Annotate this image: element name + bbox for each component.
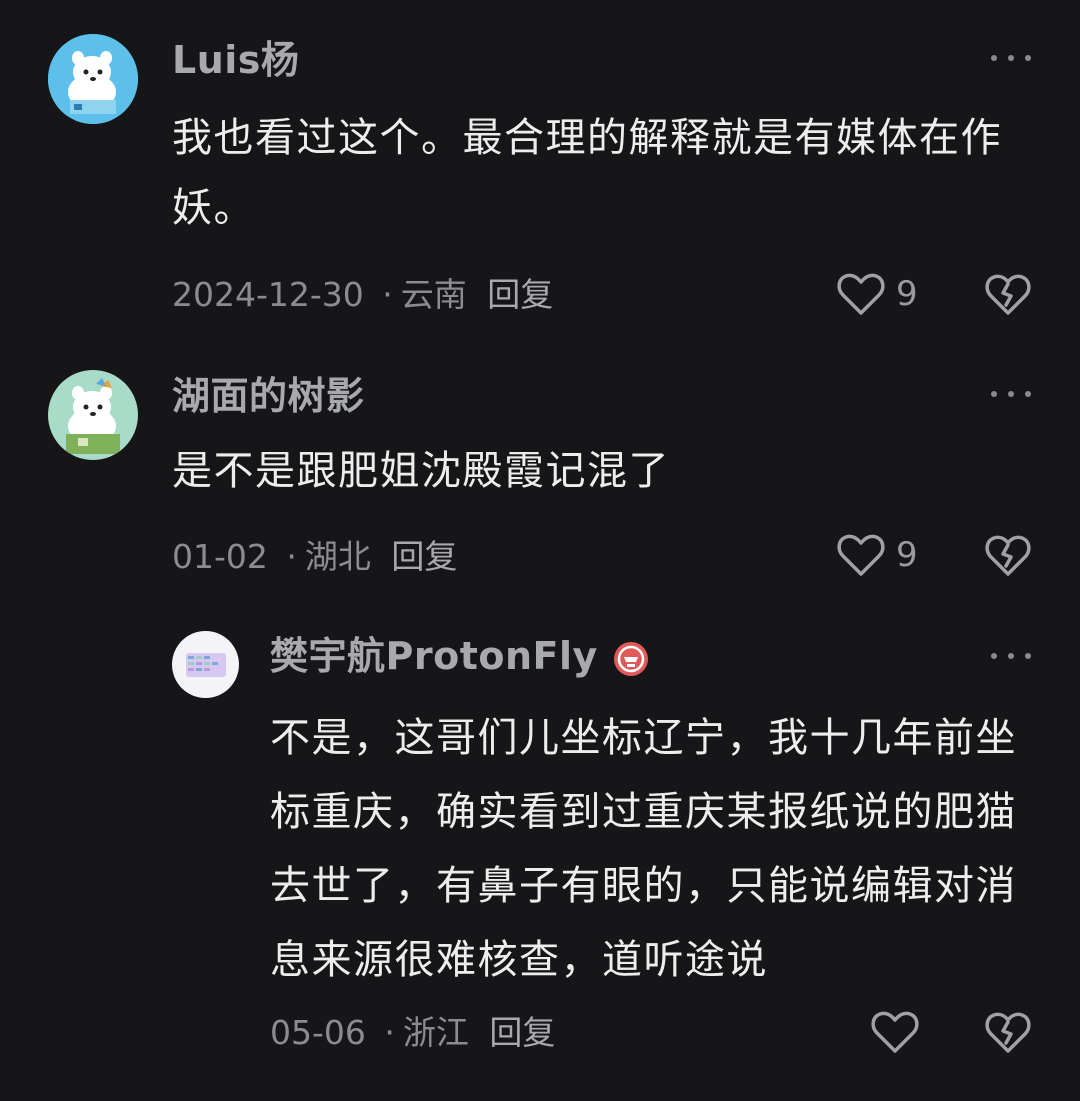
like-count: 9 (896, 274, 918, 314)
avatar[interactable] (48, 370, 138, 460)
like-button[interactable]: 9 (836, 271, 918, 317)
more-options-button[interactable] (991, 646, 1031, 666)
heart-outline-icon (837, 534, 885, 576)
avatar[interactable] (48, 34, 138, 124)
comment-date: 2024-12-30 (172, 275, 364, 314)
username[interactable]: Luis杨 (172, 38, 299, 82)
heart-outline-icon (837, 273, 885, 315)
broken-heart-icon (985, 1012, 1031, 1053)
more-options-button[interactable] (991, 384, 1031, 404)
dislike-button[interactable] (984, 1008, 1032, 1056)
comment-content: 是不是跟肥姐沈殿霞记混了 (172, 448, 670, 494)
more-dot (1008, 653, 1014, 659)
meta-separator: · (382, 275, 393, 314)
comment-content: 我也看过这个。最合理的解释就是有媒体在作妖。 (172, 115, 1002, 231)
dislike-button[interactable] (984, 270, 1032, 318)
comment-meta: 01-02 · 湖北 回复 (172, 537, 457, 577)
more-dot (1008, 55, 1014, 61)
comment-location: 湖北 (304, 537, 371, 576)
meta-separator: · (286, 537, 297, 576)
verified-badge-icon (612, 640, 650, 678)
avatar[interactable] (172, 631, 239, 698)
more-options-button[interactable] (991, 48, 1031, 68)
more-dot (1025, 391, 1031, 397)
comment-date: 01-02 (172, 537, 268, 576)
reply-button[interactable]: 回复 (391, 537, 457, 576)
more-dot (1025, 653, 1031, 659)
more-dots-icon (991, 653, 997, 659)
comment-meta: 2024-12-30 · 云南 回复 (172, 275, 553, 315)
like-count: 9 (896, 535, 918, 575)
more-dots-icon (991, 55, 997, 61)
more-dot (1025, 55, 1031, 61)
heart-outline-icon (871, 1011, 919, 1053)
dislike-button[interactable] (984, 531, 1032, 579)
reply-button[interactable]: 回复 (487, 275, 553, 314)
like-button[interactable] (870, 1009, 930, 1055)
more-dot (1008, 391, 1014, 397)
more-dots-icon (991, 391, 997, 397)
reply-meta: 05-06 · 浙江 回复 (270, 1013, 555, 1053)
comment-location: 云南 (400, 275, 467, 314)
broken-heart-icon (985, 274, 1031, 315)
username[interactable]: 樊宇航ProtonFly (270, 634, 650, 678)
username[interactable]: 湖面的树影 (172, 374, 365, 418)
username-text: 樊宇航ProtonFly (270, 634, 598, 678)
broken-heart-icon (985, 535, 1031, 576)
meta-separator: · (384, 1013, 395, 1052)
reply-button[interactable]: 回复 (489, 1013, 555, 1052)
reply-location: 浙江 (402, 1013, 469, 1052)
reply-content: 不是，这哥们儿坐标辽宁，我十几年前坐标重庆，确实看到过重庆某报纸说的肥猫去世了，… (270, 715, 1017, 983)
reply-date: 05-06 (270, 1013, 366, 1052)
like-button[interactable]: 9 (836, 532, 918, 578)
